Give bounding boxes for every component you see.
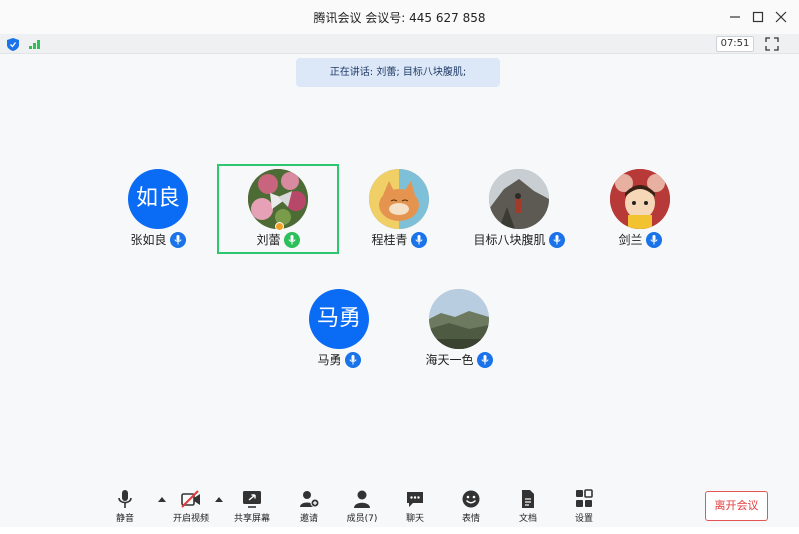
documents-button[interactable]: 文档 — [503, 489, 553, 527]
maximize-button[interactable] — [748, 8, 768, 26]
microphone-icon — [476, 351, 493, 368]
settings-button[interactable]: 设置 — [559, 489, 609, 527]
participant-name: 海天一色 — [425, 353, 474, 367]
chat-icon — [407, 492, 423, 507]
security-shield-icon[interactable] — [7, 38, 19, 51]
share-screen-button[interactable]: 共享屏幕 — [227, 489, 277, 527]
microphone-icon — [548, 231, 565, 248]
leave-meeting-button[interactable]: 离开会议 — [705, 491, 768, 521]
avatar-photo — [489, 169, 549, 229]
microphone-icon — [169, 231, 186, 248]
participant-name: 马勇 — [317, 353, 342, 367]
invite-button[interactable]: 邀请 — [284, 489, 334, 527]
host-badge-icon — [275, 222, 284, 231]
participant-tile-speaking[interactable]: 刘蕾 — [217, 164, 339, 254]
title-bar: 腾讯会议 会议号: 445 627 858 — [0, 0, 799, 34]
maximize-icon — [752, 11, 764, 23]
avatar-photo — [248, 169, 308, 229]
status-bar: 07:51 — [0, 34, 799, 54]
fullscreen-icon[interactable] — [765, 37, 779, 51]
participant-tile[interactable]: 如良 张如良 — [97, 164, 219, 254]
meeting-window: 腾讯会议 会议号: 445 627 858 07:51 正在讲话: 刘蕾; 目标… — [0, 0, 799, 534]
participant-tile[interactable]: 程桂青 — [338, 164, 460, 254]
settings-grid-icon — [576, 489, 593, 507]
participant-tile[interactable]: 剑兰 — [579, 164, 701, 254]
caret-up-icon[interactable] — [214, 495, 224, 503]
meeting-timer: 07:51 — [716, 36, 754, 52]
avatar-photo — [369, 169, 429, 229]
share-screen-icon — [243, 491, 261, 508]
minimize-icon — [730, 16, 740, 18]
emoji-icon — [462, 490, 480, 508]
participant-name: 目标八块腹肌 — [473, 233, 546, 247]
minimize-button[interactable] — [725, 8, 745, 26]
meeting-toolbar: 静音 开启视频 共享屏幕 邀请 成员(7) 聊天 表情 文档 设置 — [0, 485, 799, 527]
avatar: 如良 — [128, 169, 188, 229]
window-title: 腾讯会议 会议号: 445 627 858 — [313, 11, 486, 25]
close-icon — [775, 11, 787, 23]
underlying-window-edge — [0, 527, 799, 534]
participant-tile[interactable]: 海天一色 — [398, 284, 520, 374]
add-user-icon — [300, 491, 320, 508]
network-signal-icon[interactable] — [29, 39, 43, 49]
document-icon — [522, 490, 534, 508]
speaking-banner: 正在讲话: 刘蕾; 目标八块腹肌; — [296, 58, 500, 87]
close-button[interactable] — [771, 8, 791, 26]
avatar-photo — [429, 289, 489, 349]
avatar-photo — [610, 169, 670, 229]
emoji-button[interactable]: 表情 — [446, 489, 496, 527]
participant-tile[interactable]: 马勇 马勇 — [278, 284, 400, 374]
mute-button[interactable]: 静音 — [100, 489, 150, 527]
participant-name: 程桂青 — [371, 233, 408, 247]
microphone-icon — [118, 490, 132, 508]
members-button[interactable]: 成员(7) — [337, 489, 387, 527]
participant-name: 剑兰 — [618, 233, 643, 247]
start-video-button[interactable]: 开启视频 — [166, 489, 216, 527]
microphone-speaking-icon — [283, 231, 300, 248]
microphone-icon — [410, 231, 427, 248]
microphone-icon — [344, 351, 361, 368]
chat-button[interactable]: 聊天 — [390, 489, 440, 527]
microphone-icon — [645, 231, 662, 248]
video-off-icon — [181, 490, 200, 508]
avatar: 马勇 — [309, 289, 369, 349]
participant-name: 刘蕾 — [256, 233, 281, 247]
participant-tile[interactable]: 目标八块腹肌 — [458, 164, 580, 254]
participant-name: 张如良 — [130, 233, 167, 247]
members-icon — [354, 490, 370, 508]
